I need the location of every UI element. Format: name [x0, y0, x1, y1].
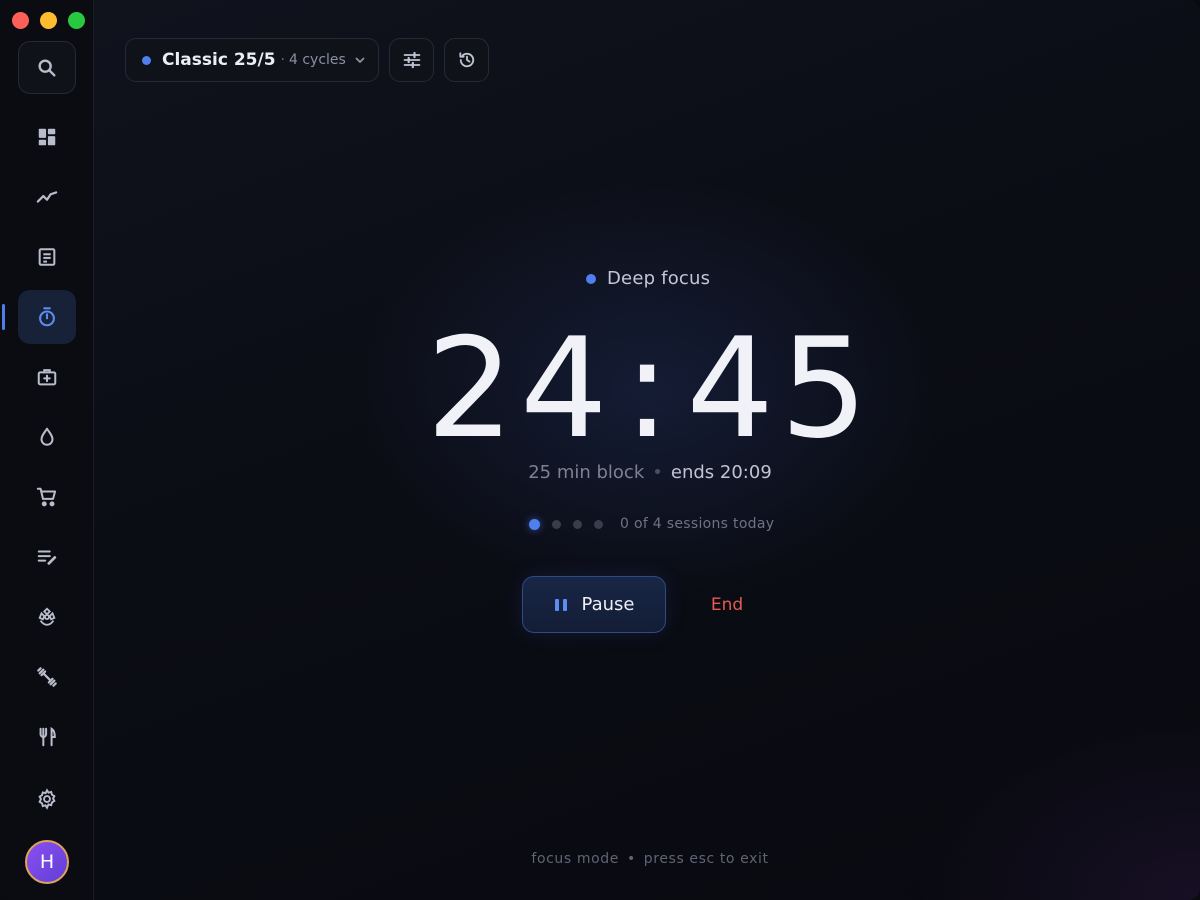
timer-colon: :: [623, 308, 677, 469]
history-button[interactable]: [444, 38, 489, 82]
sidebar-item-fitness[interactable]: [18, 650, 76, 704]
session-dot: [529, 518, 540, 530]
sidebar: H: [0, 0, 94, 900]
footer-bullet: •: [626, 851, 636, 867]
footer-mode: focus mode: [531, 851, 619, 867]
sidebar-search-button[interactable]: [18, 41, 76, 94]
mode-label-text: Deep focus: [607, 268, 711, 289]
chevron-down-icon: [355, 57, 365, 63]
session-dot: [594, 519, 603, 529]
sidebar-item-mindfulness[interactable]: [18, 590, 76, 644]
trend-icon: [36, 191, 58, 203]
pause-icon: [554, 598, 568, 612]
preset-selector[interactable]: Classic 25/5 · 4 cycles: [125, 38, 379, 82]
sidebar-item-shopping[interactable]: [18, 470, 76, 524]
timer-settings-button[interactable]: [389, 38, 434, 82]
sidebar-item-settings[interactable]: [18, 772, 76, 826]
medical-kit-icon: [37, 369, 57, 386]
pause-button-label: Pause: [581, 594, 635, 615]
sliders-icon: [403, 51, 420, 69]
sessions-count-text: 0 of 4 sessions today: [620, 516, 775, 532]
focus-mode-label: Deep focus: [586, 268, 710, 289]
sidebar-item-trends[interactable]: [18, 170, 76, 224]
preset-status-dot: [142, 55, 151, 65]
pause-button[interactable]: Pause: [522, 576, 666, 633]
block-info: 25 min block • ends 20:09: [400, 462, 900, 483]
cutlery-icon: [39, 726, 56, 747]
end-button[interactable]: End: [690, 576, 764, 633]
block-length: 25 min block: [528, 462, 645, 483]
session-dot: [552, 519, 561, 529]
fitness-icon: [37, 667, 57, 687]
sidebar-item-hydration[interactable]: [18, 410, 76, 464]
search-icon: [38, 58, 56, 77]
timer-icon: [39, 307, 55, 327]
preset-name: Classic 25/5: [162, 50, 276, 70]
timer-minutes: 24: [426, 308, 614, 469]
app-window: H Classic 25/5 · 4 cycles Deep focus 24:…: [0, 0, 1200, 900]
preset-separator: ·: [280, 52, 285, 68]
block-info-bullet: •: [652, 462, 663, 483]
dashboard-icon: [38, 128, 56, 146]
session-progress: 0 of 4 sessions today: [529, 516, 774, 532]
timer-seconds: 45: [686, 308, 874, 469]
cart-icon: [36, 487, 57, 507]
sidebar-active-indicator: [2, 304, 5, 330]
end-time: ends 20:09: [670, 462, 772, 483]
preset-cycles: 4 cycles: [288, 52, 346, 68]
user-avatar[interactable]: H: [25, 840, 69, 884]
list-edit-icon: [37, 550, 57, 565]
session-dot: [573, 519, 582, 529]
maximize-window-button[interactable]: [68, 12, 85, 29]
focus-mode-hint: focus mode • press esc to exit: [440, 851, 860, 867]
meditation-icon: [38, 607, 56, 626]
window-controls: [12, 12, 85, 29]
sidebar-item-dashboard[interactable]: [18, 110, 76, 164]
sidebar-item-notes[interactable]: [18, 230, 76, 284]
water-drop-icon: [40, 427, 54, 446]
sidebar-item-meals[interactable]: [18, 710, 76, 764]
sidebar-item-journal[interactable]: [18, 530, 76, 584]
close-window-button[interactable]: [12, 12, 29, 29]
mode-status-dot: [586, 273, 596, 284]
sidebar-item-medical[interactable]: [18, 350, 76, 404]
sidebar-item-timer[interactable]: [18, 290, 76, 344]
minimize-window-button[interactable]: [40, 12, 57, 29]
notes-icon: [38, 248, 56, 266]
countdown-timer: 24:45: [400, 314, 900, 464]
footer-hint: press esc to exit: [643, 851, 769, 867]
settings-icon: [38, 788, 56, 810]
history-icon: [458, 52, 474, 68]
